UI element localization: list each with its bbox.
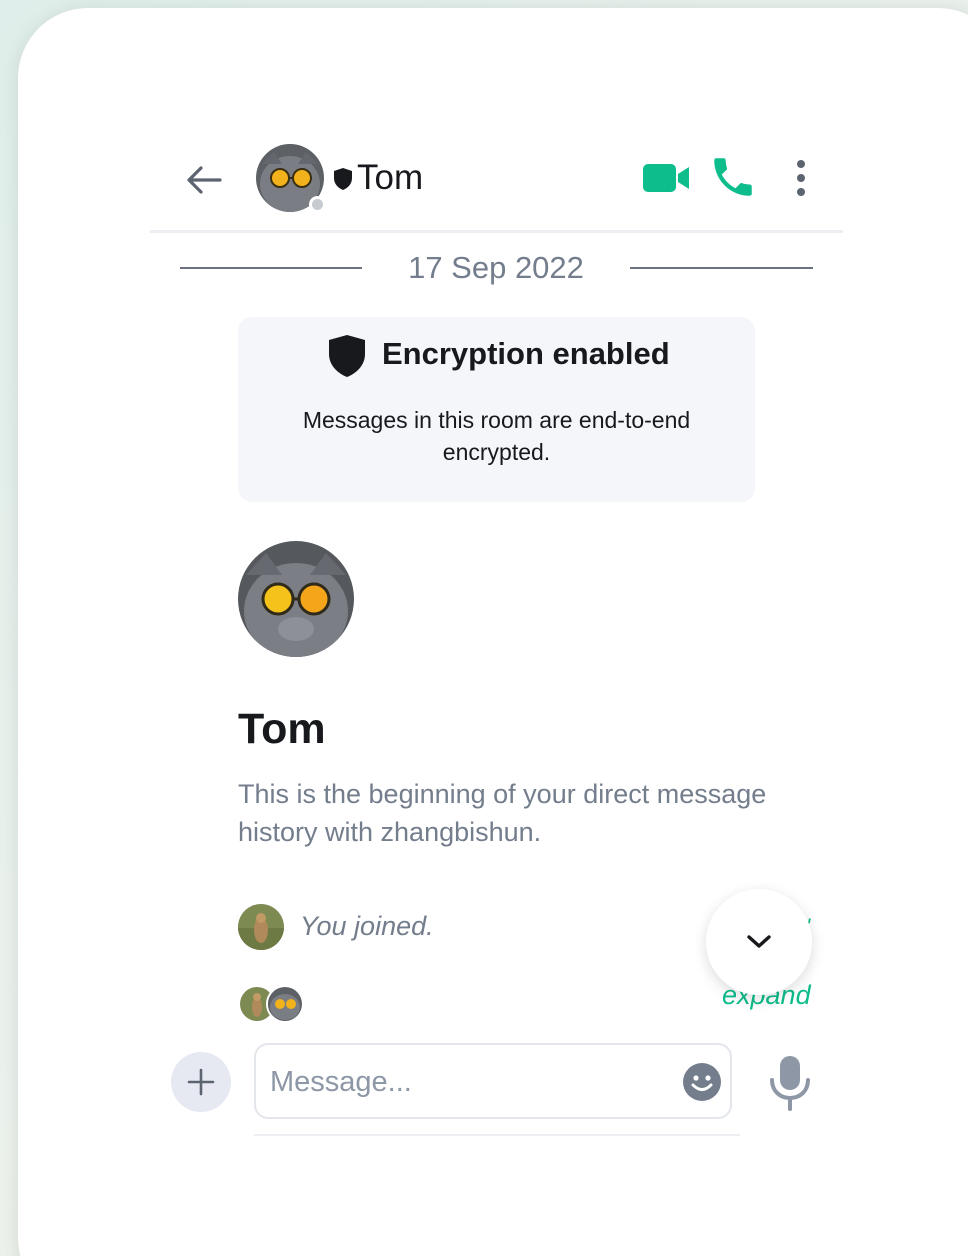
message-input[interactable] [270,1059,670,1105]
user-avatar[interactable] [238,904,284,950]
voice-call-button[interactable] [708,152,758,202]
microphone-icon [770,1056,810,1111]
composer-divider [254,1134,740,1136]
date-separator: 17 Sep 2022 [408,250,584,285]
attachment-button[interactable] [171,1052,231,1112]
encryption-description: Messages in this room are end-to-end enc… [302,407,691,465]
date-separator-line-right [630,267,813,269]
emoji-button[interactable] [682,1062,722,1102]
room-options-button[interactable] [784,156,818,200]
smiley-icon [683,1063,721,1101]
jump-to-bottom-button[interactable] [706,889,812,995]
shield-icon [329,335,365,377]
video-call-button[interactable] [638,156,694,200]
date-separator-line-left [180,267,362,269]
intro-text: This is the beginning of your direct mes… [238,779,767,847]
voice-message-button[interactable] [766,1054,814,1112]
presence-indicator [309,196,326,213]
intro-avatar[interactable] [238,541,354,657]
phone-icon [714,158,752,196]
chevron-down-icon [747,935,771,948]
arrow-left-icon [187,166,222,194]
header-divider [150,230,843,233]
back-button[interactable] [180,158,228,202]
more-vertical-icon [797,160,805,196]
member-avatar[interactable] [266,985,304,1023]
shield-icon [334,168,352,190]
room-name[interactable]: Tom [357,158,423,198]
message-composer[interactable] [254,1043,732,1119]
intro-name: Tom [238,705,326,753]
video-camera-icon [643,164,689,192]
membership-event: You joined. [300,911,434,941]
encryption-title: Encryption enabled [382,336,670,371]
plus-icon [187,1068,215,1096]
